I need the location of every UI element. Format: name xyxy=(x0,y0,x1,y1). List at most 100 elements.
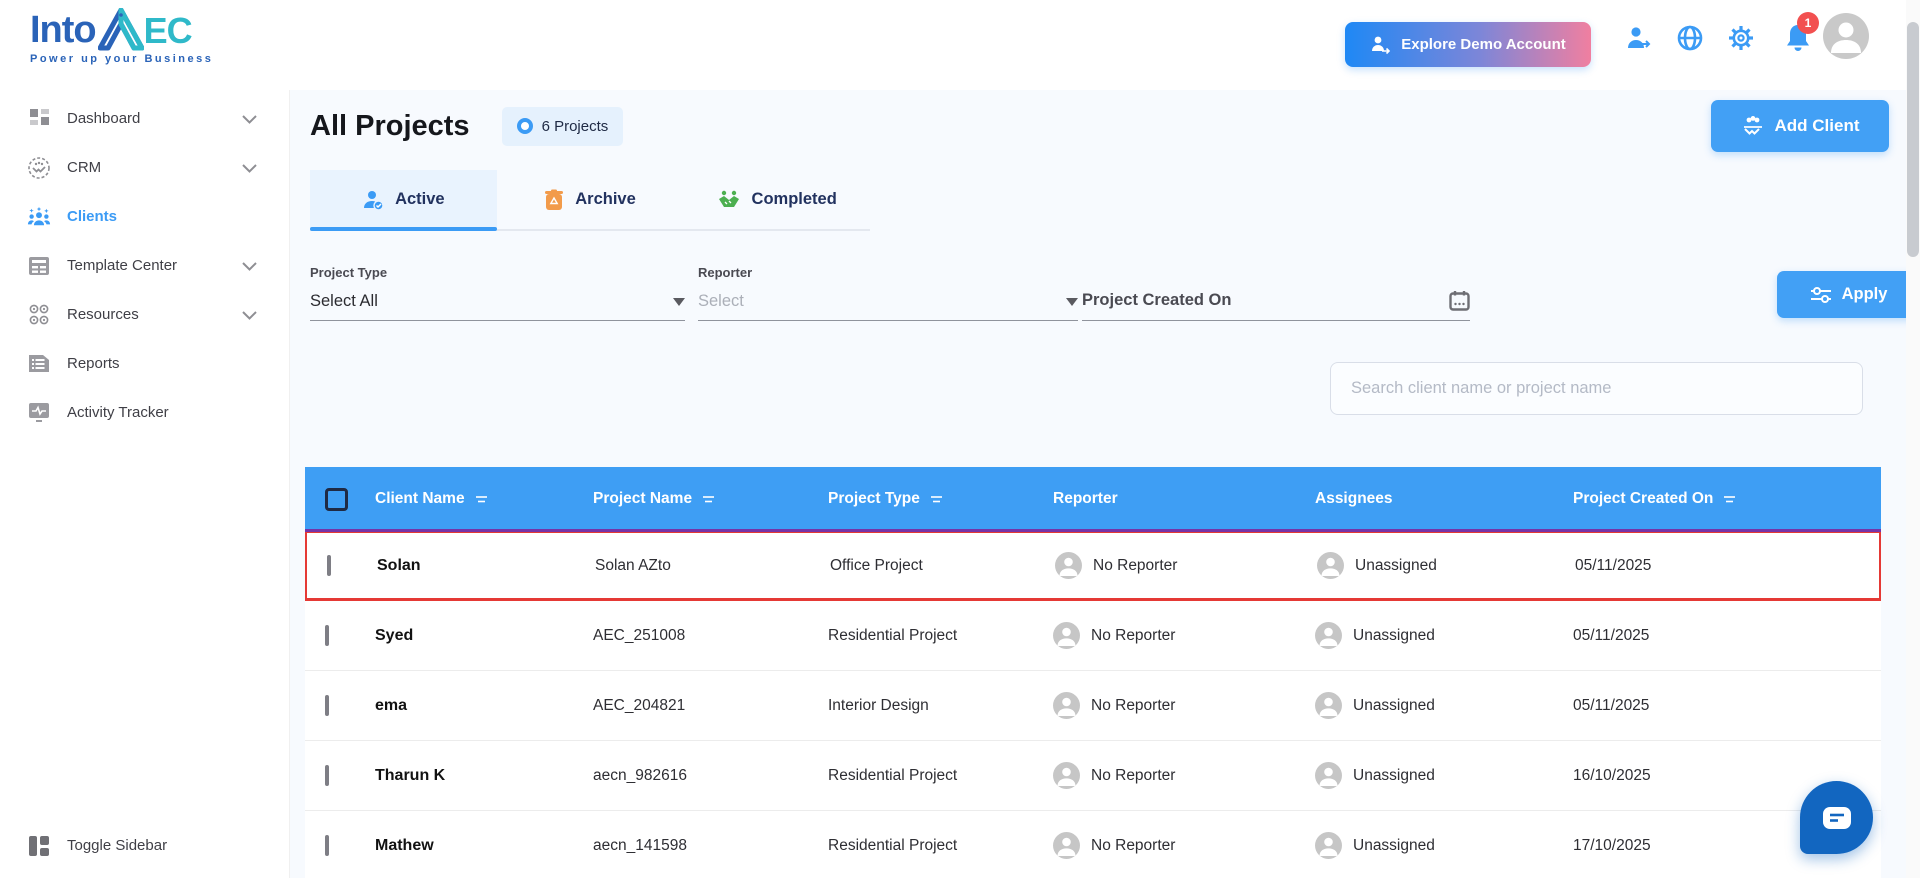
client-name-cell: Mathew xyxy=(375,837,593,855)
client-name-cell: Solan xyxy=(377,557,595,575)
notifications-bell[interactable]: 1 xyxy=(1783,22,1813,54)
reports-icon xyxy=(27,352,51,376)
header-reporter: Reporter xyxy=(1053,490,1315,508)
chat-fab-button[interactable] xyxy=(1800,781,1873,854)
reporter-avatar-icon xyxy=(1053,832,1080,859)
page-title: All Projects xyxy=(310,110,470,143)
active-user-icon xyxy=(362,189,384,211)
tab-completed-label: Completed xyxy=(752,190,837,209)
projects-table: Client Name Project Name Project Type Re… xyxy=(305,467,1881,878)
profile-avatar[interactable] xyxy=(1823,13,1869,59)
dashboard-icon xyxy=(27,107,51,131)
row-checkbox[interactable] xyxy=(325,625,329,646)
reporter-placeholder: Select xyxy=(698,292,744,311)
completed-handshake-icon xyxy=(717,189,741,211)
header-project-name[interactable]: Project Name xyxy=(593,490,828,508)
sidebar-item-label: Activity Tracker xyxy=(67,404,169,421)
assignee-cell: Unassigned xyxy=(1315,762,1573,789)
settings-gear-icon[interactable] xyxy=(1727,24,1755,52)
tab-active[interactable]: Active xyxy=(310,170,497,229)
sidebar-item-reports[interactable]: Reports xyxy=(0,339,289,388)
tab-active-label: Active xyxy=(395,190,445,209)
sort-icon[interactable] xyxy=(475,494,488,504)
resources-icon xyxy=(27,303,51,327)
header-client-name[interactable]: Client Name xyxy=(375,490,593,508)
reporter-cell: No Reporter xyxy=(1055,552,1317,579)
row-checkbox[interactable] xyxy=(327,555,331,576)
row-checkbox[interactable] xyxy=(325,765,329,786)
table-row[interactable]: Solan Solan AZto Office Project No Repor… xyxy=(305,531,1881,601)
reporter-avatar-icon xyxy=(1053,762,1080,789)
assignee-cell: Unassigned xyxy=(1315,832,1573,859)
created-on-cell: 05/11/2025 xyxy=(1573,697,1881,715)
projects-count-label: 6 Projects xyxy=(542,118,609,135)
select-all-checkbox[interactable] xyxy=(325,488,348,511)
project-name-cell: AEC_251008 xyxy=(593,627,828,645)
reporter-select[interactable]: Select xyxy=(698,292,1078,321)
project-name-cell: aecn_982616 xyxy=(593,767,828,785)
row-checkbox[interactable] xyxy=(325,695,329,716)
apply-filters-button[interactable]: Apply xyxy=(1777,271,1920,318)
sidebar-item-activity-tracker[interactable]: Activity Tracker xyxy=(0,388,289,437)
search-input[interactable] xyxy=(1330,362,1863,415)
dropdown-arrow-icon xyxy=(1066,298,1078,306)
tabs-bar: Active Archive Completed xyxy=(310,170,870,231)
search-bar xyxy=(1330,362,1863,415)
globe-icon[interactable] xyxy=(1676,24,1704,52)
notification-count-badge: 1 xyxy=(1797,12,1819,34)
assignee-avatar-icon xyxy=(1315,762,1342,789)
add-client-icon xyxy=(1741,115,1765,137)
table-row[interactable]: Mathew aecn_141598 Residential Project N… xyxy=(305,811,1881,878)
tab-completed[interactable]: Completed xyxy=(683,170,870,229)
app-window: Into EC Power up your Business Explore D xyxy=(0,0,1920,878)
reporter-avatar-icon xyxy=(1053,692,1080,719)
project-type-cell: Residential Project xyxy=(828,767,1053,785)
highlight-topline xyxy=(305,529,1881,532)
sidebar-item-clients[interactable]: Clients xyxy=(0,192,289,241)
sort-icon[interactable] xyxy=(1723,494,1736,504)
reporter-cell: No Reporter xyxy=(1053,622,1315,649)
brand-logo[interactable]: Into EC Power up your Business xyxy=(30,8,213,65)
toggle-sidebar-button[interactable]: Toggle Sidebar xyxy=(0,821,289,870)
reporter-cell: No Reporter xyxy=(1053,692,1315,719)
sidebar-item-crm[interactable]: CRM xyxy=(0,143,289,192)
add-client-button[interactable]: Add Client xyxy=(1711,100,1889,152)
sidebar-item-resources[interactable]: Resources xyxy=(0,290,289,339)
project-type-cell: Office Project xyxy=(830,557,1055,575)
table-row[interactable]: Tharun K aecn_982616 Residential Project… xyxy=(305,741,1881,811)
filters-bar: Project Type Select All Reporter Select … xyxy=(310,265,1889,325)
dropdown-arrow-icon xyxy=(673,298,685,306)
sidebar-item-label: Dashboard xyxy=(67,110,140,127)
client-name-cell: Syed xyxy=(375,627,593,645)
reporter-filter: Reporter Select xyxy=(698,265,1078,321)
tab-archive[interactable]: Archive xyxy=(497,170,684,229)
sidebar-item-template-center[interactable]: Template Center xyxy=(0,241,289,290)
header-project-created-on[interactable]: Project Created On xyxy=(1573,490,1881,508)
logo-triangle-icon xyxy=(98,8,144,52)
table-row[interactable]: Syed AEC_251008 Residential Project No R… xyxy=(305,601,1881,671)
tab-archive-label: Archive xyxy=(575,190,636,209)
table-header-row: Client Name Project Name Project Type Re… xyxy=(305,467,1881,531)
table-row[interactable]: ema AEC_204821 Interior Design No Report… xyxy=(305,671,1881,741)
client-name-cell: Tharun K xyxy=(375,767,593,785)
created-on-cell: 05/11/2025 xyxy=(1575,557,1879,575)
assignee-cell: Unassigned xyxy=(1317,552,1575,579)
user-add-icon[interactable] xyxy=(1624,24,1652,52)
assignee-avatar-icon xyxy=(1315,832,1342,859)
explore-demo-account-button[interactable]: Explore Demo Account xyxy=(1345,22,1591,67)
project-name-cell: Solan AZto xyxy=(595,557,830,575)
projects-count-badge: 6 Projects xyxy=(502,107,624,146)
sidebar-item-dashboard[interactable]: Dashboard xyxy=(0,94,289,143)
sort-icon[interactable] xyxy=(930,494,943,504)
chevron-down-icon xyxy=(242,111,257,129)
project-type-filter: Project Type Select All xyxy=(310,265,685,321)
header-project-type[interactable]: Project Type xyxy=(828,490,1053,508)
main-content: All Projects 6 Projects Add Client xyxy=(290,90,1920,878)
chevron-down-icon xyxy=(242,160,257,178)
sort-icon[interactable] xyxy=(702,494,715,504)
project-type-select[interactable]: Select All xyxy=(310,292,685,321)
created-on-label: Project Created On xyxy=(1082,291,1231,310)
row-checkbox[interactable] xyxy=(325,835,329,856)
page-scrollbar-thumb[interactable] xyxy=(1907,22,1919,257)
created-on-datepicker[interactable]: Project Created On xyxy=(1082,290,1470,321)
